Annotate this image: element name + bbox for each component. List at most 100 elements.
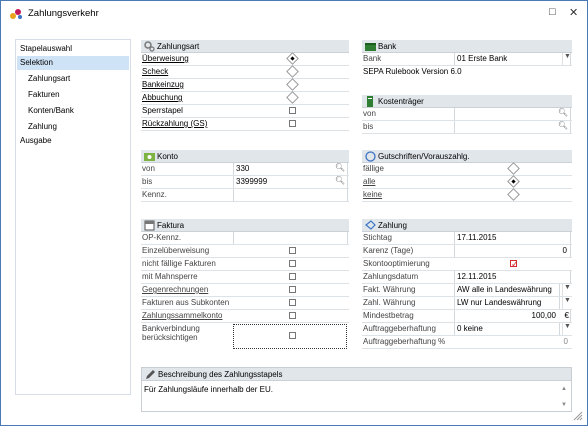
sidebar-item-konten-bank[interactable]: Konten/Bank xyxy=(17,104,129,118)
chevron-down-icon[interactable]: ▼ xyxy=(562,53,572,65)
sidebar-item-zahlungsart[interactable]: Zahlungsart xyxy=(17,72,129,86)
window-title: Zahlungsverkehr xyxy=(28,8,99,19)
konto-von-input[interactable]: 330 xyxy=(233,163,348,175)
sidebar-item-stapelauswahl[interactable]: Stapelauswahl xyxy=(17,42,129,56)
nicht-faellige-checkbox[interactable] xyxy=(289,260,296,267)
ueberweisung-radio[interactable] xyxy=(286,52,299,65)
bankverbindung-label: Bankverbindung berücksichtigen xyxy=(142,324,200,342)
op-kennz-input[interactable] xyxy=(233,232,348,244)
kostentraeger-bis-input[interactable] xyxy=(454,121,571,133)
mindestbetrag-input[interactable]: 100,00 xyxy=(454,310,571,322)
abbuchung-label: Abbuchung xyxy=(142,93,183,102)
konto-title: Konto xyxy=(157,152,178,161)
kostentraeger-von-input[interactable] xyxy=(454,108,571,120)
bank-group: Bank Bank 01 Erste Bank ▼ SEPA Rulebook Ve… xyxy=(362,40,572,79)
scheck-radio[interactable] xyxy=(286,65,299,78)
rueckzahlung-checkbox[interactable] xyxy=(289,120,296,127)
chevron-down-icon[interactable]: ▼ xyxy=(562,323,572,335)
ueberweisung-label: Überweisung xyxy=(142,54,189,63)
konto-header: Konto xyxy=(141,150,349,163)
stichtag-label: Stichtag xyxy=(363,233,392,242)
keine-label: keine xyxy=(363,190,383,199)
faktura-header: Faktura xyxy=(141,219,349,232)
subkonten-checkbox[interactable] xyxy=(289,299,296,306)
abbuchung-radio[interactable] xyxy=(286,91,299,104)
einzelueberweisung-checkbox[interactable] xyxy=(289,247,296,254)
konto-bis-input[interactable]: 3399999 xyxy=(233,176,348,188)
resize-grip-icon[interactable] xyxy=(573,411,583,421)
chevron-down-icon[interactable]: ▼ xyxy=(562,284,572,296)
gutschriften-title: Gutschriften/Vorauszahlg. xyxy=(378,152,470,161)
sammelkonto-checkbox[interactable] xyxy=(289,312,296,319)
mahnsperre-label: mit Mahnsperre xyxy=(142,272,198,281)
rueckzahlung-label: Rückzahlung (GS) xyxy=(142,119,208,128)
bankeinzug-label: Bankeinzug xyxy=(142,80,184,89)
stichtag-input[interactable]: 17.11.2015 xyxy=(454,232,571,244)
zahlungsdatum-input[interactable]: 12.11.2015 xyxy=(454,271,571,283)
account-icon xyxy=(144,153,155,161)
beschreibung-textarea[interactable]: Für Zahlungsläufe innerhalb der EU. xyxy=(144,385,273,394)
zahlungsart-header: Zahlungsart xyxy=(141,40,349,53)
zahlung-header: Zahlung xyxy=(362,219,572,232)
subkonten-label: Fakturen aus Subkonten xyxy=(142,298,230,307)
skontooptimierung-checkbox[interactable]: ✓ xyxy=(510,260,519,269)
gears-icon xyxy=(144,41,155,52)
zahlungsart-title: Zahlungsart xyxy=(157,42,200,51)
bankverbindung-checkbox[interactable] xyxy=(289,332,296,339)
faktura-group: Faktura OP-Kennz. Einzelüberweisung nich… xyxy=(141,219,349,350)
fakt-waehrung-select[interactable]: AW alle in Landeswährung xyxy=(454,284,560,296)
sidebar-item-zahlung[interactable]: Zahlung xyxy=(17,120,129,134)
search-icon[interactable]: 🔍︎ xyxy=(558,121,568,130)
fakt-waehrung-label: Fakt. Währung xyxy=(363,285,416,294)
scroll-up-icon[interactable]: ▲ xyxy=(561,386,567,392)
document-icon xyxy=(367,96,373,107)
bank-icon xyxy=(365,43,376,51)
konto-kennz-input[interactable] xyxy=(233,189,348,201)
karenz-input[interactable]: 0 xyxy=(454,245,571,257)
bankeinzug-radio[interactable] xyxy=(286,78,299,91)
auftraggeberhaftung-label: Auftraggeberhaftung xyxy=(363,324,436,333)
bank-title: Bank xyxy=(378,42,397,51)
close-button[interactable]: ✕ xyxy=(569,6,578,19)
sperrstapel-label: Sperrstapel xyxy=(142,106,183,115)
app-icon xyxy=(10,9,22,19)
search-icon[interactable]: 🔍︎ xyxy=(335,163,345,172)
zahl-waehrung-select[interactable]: LW nur Landeswährung xyxy=(454,297,560,309)
scroll-down-icon[interactable]: ▼ xyxy=(561,402,567,408)
nicht-faellige-label: nicht fällige Fakturen xyxy=(142,259,216,268)
faellige-radio[interactable] xyxy=(507,162,520,175)
beschreibung-group: Beschreibung des Zahlungsstapels Für Zah… xyxy=(141,367,572,412)
chevron-down-icon[interactable]: ▼ xyxy=(562,297,572,309)
einzelueberweisung-label: Einzelüberweisung xyxy=(142,246,210,255)
gegenrechnungen-label: Gegenrechnungen xyxy=(142,285,209,294)
konto-kennz-label: Kennz. xyxy=(142,190,167,199)
alle-radio[interactable] xyxy=(507,175,520,188)
maximize-button[interactable]: □ xyxy=(549,6,556,18)
zahlungsdatum-label: Zahlungsdatum xyxy=(363,272,419,281)
zahlungsart-group: Zahlungsart Überweisung Scheck Bankeinzu… xyxy=(141,40,349,131)
kostentraeger-bis-label: bis xyxy=(363,122,374,131)
sidebar-item-selektion[interactable]: Selektion xyxy=(17,56,129,70)
kostentraeger-title: Kostenträger xyxy=(378,97,424,106)
konto-group: Konto von 330 🔍︎ bis 3399999 🔍︎ Kennz. xyxy=(141,150,349,202)
bank-header: Bank xyxy=(362,40,572,53)
bank-select[interactable]: 01 Erste Bank xyxy=(454,53,571,65)
mindestbetrag-label: Mindestbetrag xyxy=(363,311,414,320)
konto-von-label: von xyxy=(142,164,155,173)
auftraggeberhaftung-select[interactable]: 0 keine xyxy=(454,323,560,335)
search-icon[interactable]: 🔍︎ xyxy=(558,108,568,117)
sidebar-item-ausgabe[interactable]: Ausgabe xyxy=(17,134,129,148)
karenz-label: Karenz (Tage) xyxy=(363,246,414,255)
pen-icon xyxy=(146,370,155,379)
search-icon[interactable]: 🔍︎ xyxy=(335,176,345,185)
bank-label: Bank xyxy=(363,54,382,63)
op-kennz-label: OP-Kennz. xyxy=(142,233,182,242)
keine-radio[interactable] xyxy=(507,188,520,201)
sidebar-item-fakturen[interactable]: Fakturen xyxy=(17,88,129,102)
invoice-icon xyxy=(144,220,155,231)
gegenrechnungen-checkbox[interactable] xyxy=(289,286,296,293)
sperrstapel-checkbox[interactable] xyxy=(289,107,296,114)
zahlung-group: Zahlung Stichtag 17.11.2015 Karenz (Tage)… xyxy=(362,219,572,349)
gutschriften-group: Gutschriften/Vorauszahlg. fällige alle k… xyxy=(362,150,572,202)
mahnsperre-checkbox[interactable] xyxy=(289,273,296,280)
